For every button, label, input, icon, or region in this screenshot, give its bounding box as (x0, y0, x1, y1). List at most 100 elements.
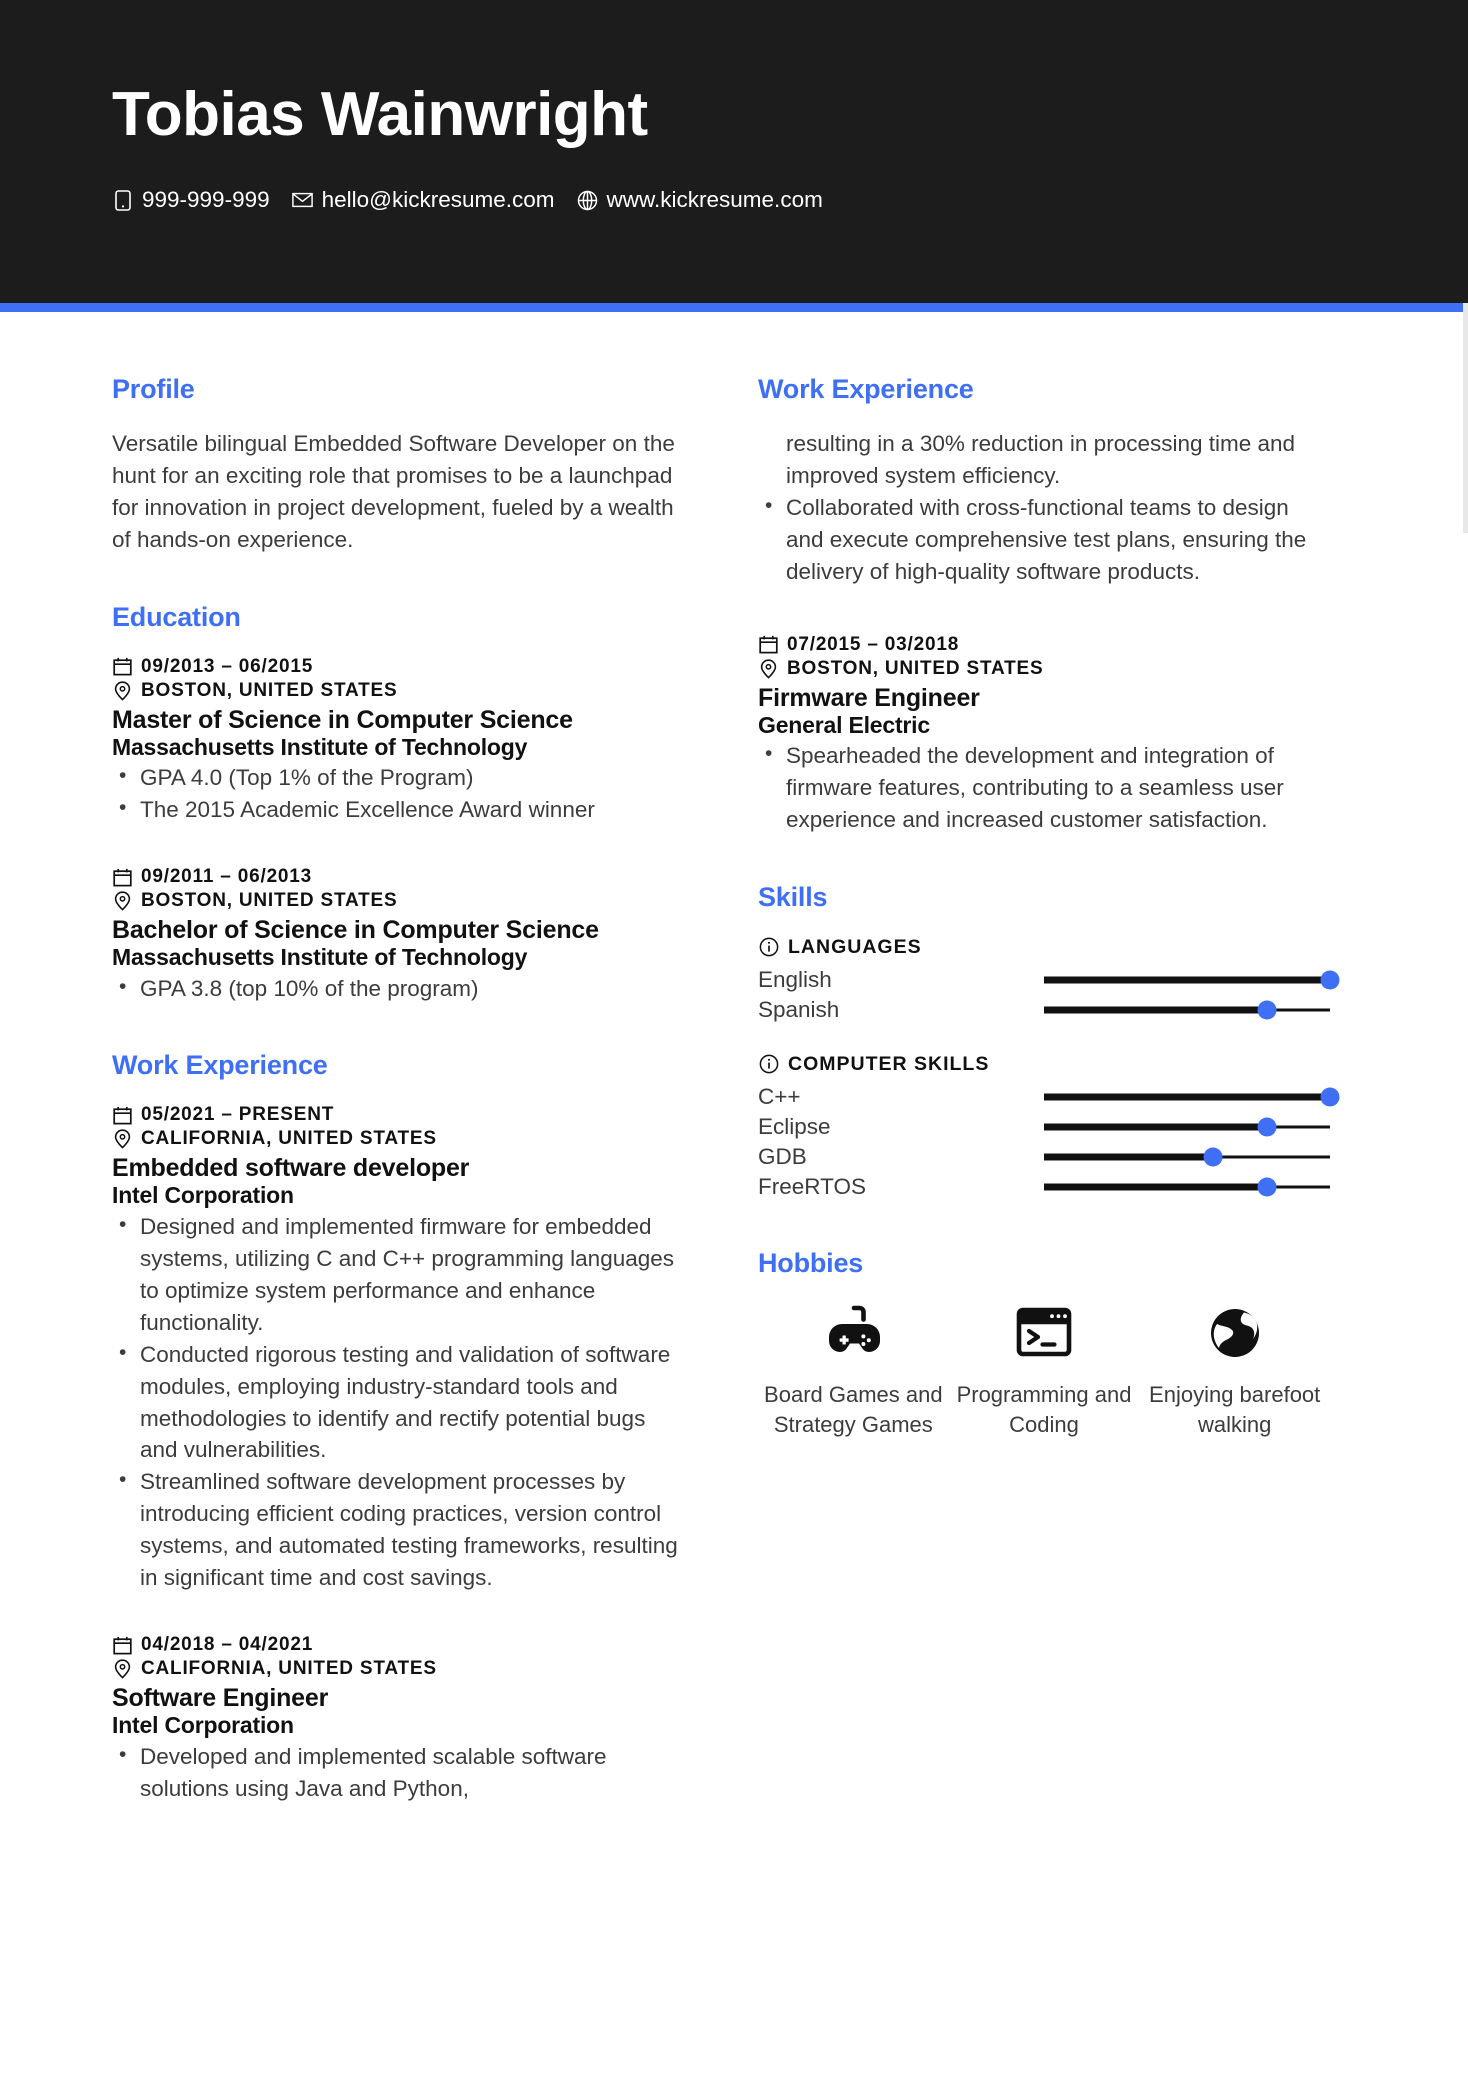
hobby-item: Board Games and Strategy Games (758, 1302, 949, 1439)
email-icon (291, 190, 313, 211)
hobby-item: Enjoying barefoot walking (1139, 1302, 1330, 1439)
contact-website[interactable]: www.kickresume.com (577, 189, 823, 212)
resume-body: Profile Versatile bilingual Embedded Sof… (0, 312, 1468, 1850)
contact-email[interactable]: hello@kickresume.com (291, 187, 555, 213)
list-item: The 2015 Academic Excellence Award winne… (112, 793, 684, 826)
skill-dot (1257, 1000, 1277, 1020)
skill-group-languages: LANGUAGES English Spanish (758, 936, 1340, 1025)
section-title-work-experience: Work Experience (758, 374, 974, 404)
hobby-label: Enjoying barefoot walking (1149, 1381, 1321, 1437)
section-work-experience-right: Work Experience resulting in a 30% reduc… (758, 374, 1330, 588)
location-pin-icon (112, 1659, 132, 1679)
skill-level-bar[interactable] (1044, 970, 1340, 990)
section-skills: Skills LANGUAGES English Spanish COMPUTE… (758, 882, 1340, 1202)
entry-location-line: CALIFORNIA, UNITED STATES (112, 1658, 684, 1680)
list-item: GPA 3.8 (top 10% of the program) (112, 972, 684, 1005)
calendar-icon (758, 635, 778, 655)
resume-page: Tobias Wainwright 999-999-999 hello@kick… (0, 0, 1468, 2076)
list-item: GPA 4.0 (Top 1% of the Program) (112, 761, 684, 794)
entry-dates-line: 09/2011 – 06/2013 (112, 866, 684, 888)
skill-level-bar[interactable] (1044, 1147, 1330, 1167)
skill-fill (1044, 1123, 1268, 1131)
entry-title: Firmware Engineer (758, 683, 980, 712)
calendar-icon (112, 657, 132, 677)
skill-level-bar[interactable] (1044, 1000, 1330, 1020)
skill-row: FreeRTOS (758, 1172, 1330, 1202)
skill-label: English (758, 966, 832, 992)
skill-label: FreeRTOS (758, 1173, 866, 1199)
entry-dates: 05/2021 – PRESENT (141, 1104, 335, 1126)
section-profile: Profile Versatile bilingual Embedded Sof… (112, 374, 684, 556)
entry-location-line: BOSTON, UNITED STATES (112, 680, 684, 702)
skill-label: Eclipse (758, 1113, 831, 1139)
work-entry: 05/2021 – PRESENT CALIFORNIA, UNITED STA… (112, 1104, 684, 1594)
skill-group-title: COMPUTER SKILLS (788, 1052, 990, 1075)
contact-phone[interactable]: 999-999-999 (112, 189, 270, 212)
entry-title: Master of Science in Computer Science (112, 705, 573, 734)
skill-dot (1320, 970, 1340, 990)
calendar-icon (112, 1105, 132, 1125)
skill-group-head: LANGUAGES (758, 936, 1330, 959)
accent-divider (0, 303, 1468, 312)
calendar-icon (112, 1635, 132, 1655)
entry-bullets: Spearheaded the development and integrat… (758, 739, 1330, 836)
entry-title: Software Engineer (112, 1684, 329, 1713)
skill-row: C++ (758, 1082, 1340, 1112)
list-item: Streamlined software development process… (112, 1465, 684, 1594)
phone-icon (112, 190, 133, 211)
hobby-label: Board Games and Strategy Games (764, 1381, 943, 1437)
profile-text: Versatile bilingual Embedded Software De… (112, 431, 675, 552)
skill-fill (1044, 1093, 1330, 1101)
skill-fill (1044, 1183, 1268, 1191)
entry-dates: 04/2018 – 04/2021 (141, 1634, 314, 1656)
entry-org: Intel Corporation (112, 1712, 294, 1739)
skill-row: Eclipse (758, 1112, 1330, 1142)
skill-level-bar[interactable] (1044, 1177, 1330, 1197)
skill-group-title: LANGUAGES (788, 935, 922, 958)
work-entry: 04/2018 – 04/2021 CALIFORNIA, UNITED STA… (112, 1634, 684, 1804)
entry-org: Massachusetts Institute of Technology (112, 733, 528, 760)
entry-dates: 09/2013 – 06/2015 (141, 655, 314, 677)
list-item: Spearheaded the development and integrat… (758, 739, 1330, 836)
info-icon (758, 937, 779, 958)
hobby-item: Programming and Coding (949, 1302, 1140, 1439)
skill-fill (1044, 1153, 1213, 1161)
section-title-education: Education (112, 601, 241, 632)
entry-dates-line: 07/2015 – 03/2018 (758, 634, 1330, 656)
entry-bullets: GPA 3.8 (top 10% of the program) (112, 972, 684, 1005)
entry-location-line: BOSTON, UNITED STATES (112, 890, 684, 912)
skill-dot (1320, 1087, 1340, 1107)
contact-phone-value: 999-999-999 (142, 187, 270, 213)
entry-title: Bachelor of Science in Computer Science (112, 916, 599, 945)
list-item: Designed and implemented firmware for em… (112, 1210, 684, 1339)
skill-level-bar[interactable] (1044, 1087, 1340, 1107)
section-work-experience-left: Work Experience 05/2021 – PRESENT CALIFO… (112, 1050, 684, 1804)
calendar-icon (112, 867, 132, 887)
entry-title: Embedded software developer (112, 1154, 470, 1183)
entry-bullets: Developed and implemented scalable softw… (112, 1740, 684, 1805)
list-item: Collaborated with cross-functional teams… (758, 491, 1330, 588)
skill-label: GDB (758, 1143, 807, 1169)
entry-dates: 09/2011 – 06/2013 (141, 866, 313, 888)
skill-label: Spanish (758, 996, 840, 1022)
resume-header: Tobias Wainwright 999-999-999 hello@kick… (0, 0, 1468, 303)
location-pin-icon (758, 659, 778, 679)
section-title-hobbies: Hobbies (758, 1247, 864, 1278)
right-column: Work Experience resulting in a 30% reduc… (758, 374, 1340, 1850)
globe-icon (577, 190, 598, 211)
page-title: Tobias Wainwright (112, 80, 648, 149)
skill-row: GDB (758, 1142, 1330, 1172)
skill-dot (1203, 1147, 1223, 1167)
entry-dates-line: 04/2018 – 04/2021 (112, 1634, 684, 1656)
list-item: Developed and implemented scalable softw… (112, 1740, 684, 1805)
section-title-profile: Profile (112, 374, 195, 404)
entry-bullets: GPA 4.0 (Top 1% of the Program) The 2015… (112, 761, 684, 826)
globe-world-icon (1208, 1302, 1262, 1364)
location-pin-icon (112, 681, 132, 701)
work-entry: 07/2015 – 03/2018 BOSTON, UNITED STATES … (758, 634, 1330, 836)
skill-level-bar[interactable] (1044, 1117, 1330, 1137)
entry-location: CALIFORNIA, UNITED STATES (141, 1658, 437, 1680)
skill-dot (1257, 1177, 1277, 1197)
contact-email-value: hello@kickresume.com (321, 187, 555, 213)
terminal-icon (1016, 1302, 1072, 1364)
